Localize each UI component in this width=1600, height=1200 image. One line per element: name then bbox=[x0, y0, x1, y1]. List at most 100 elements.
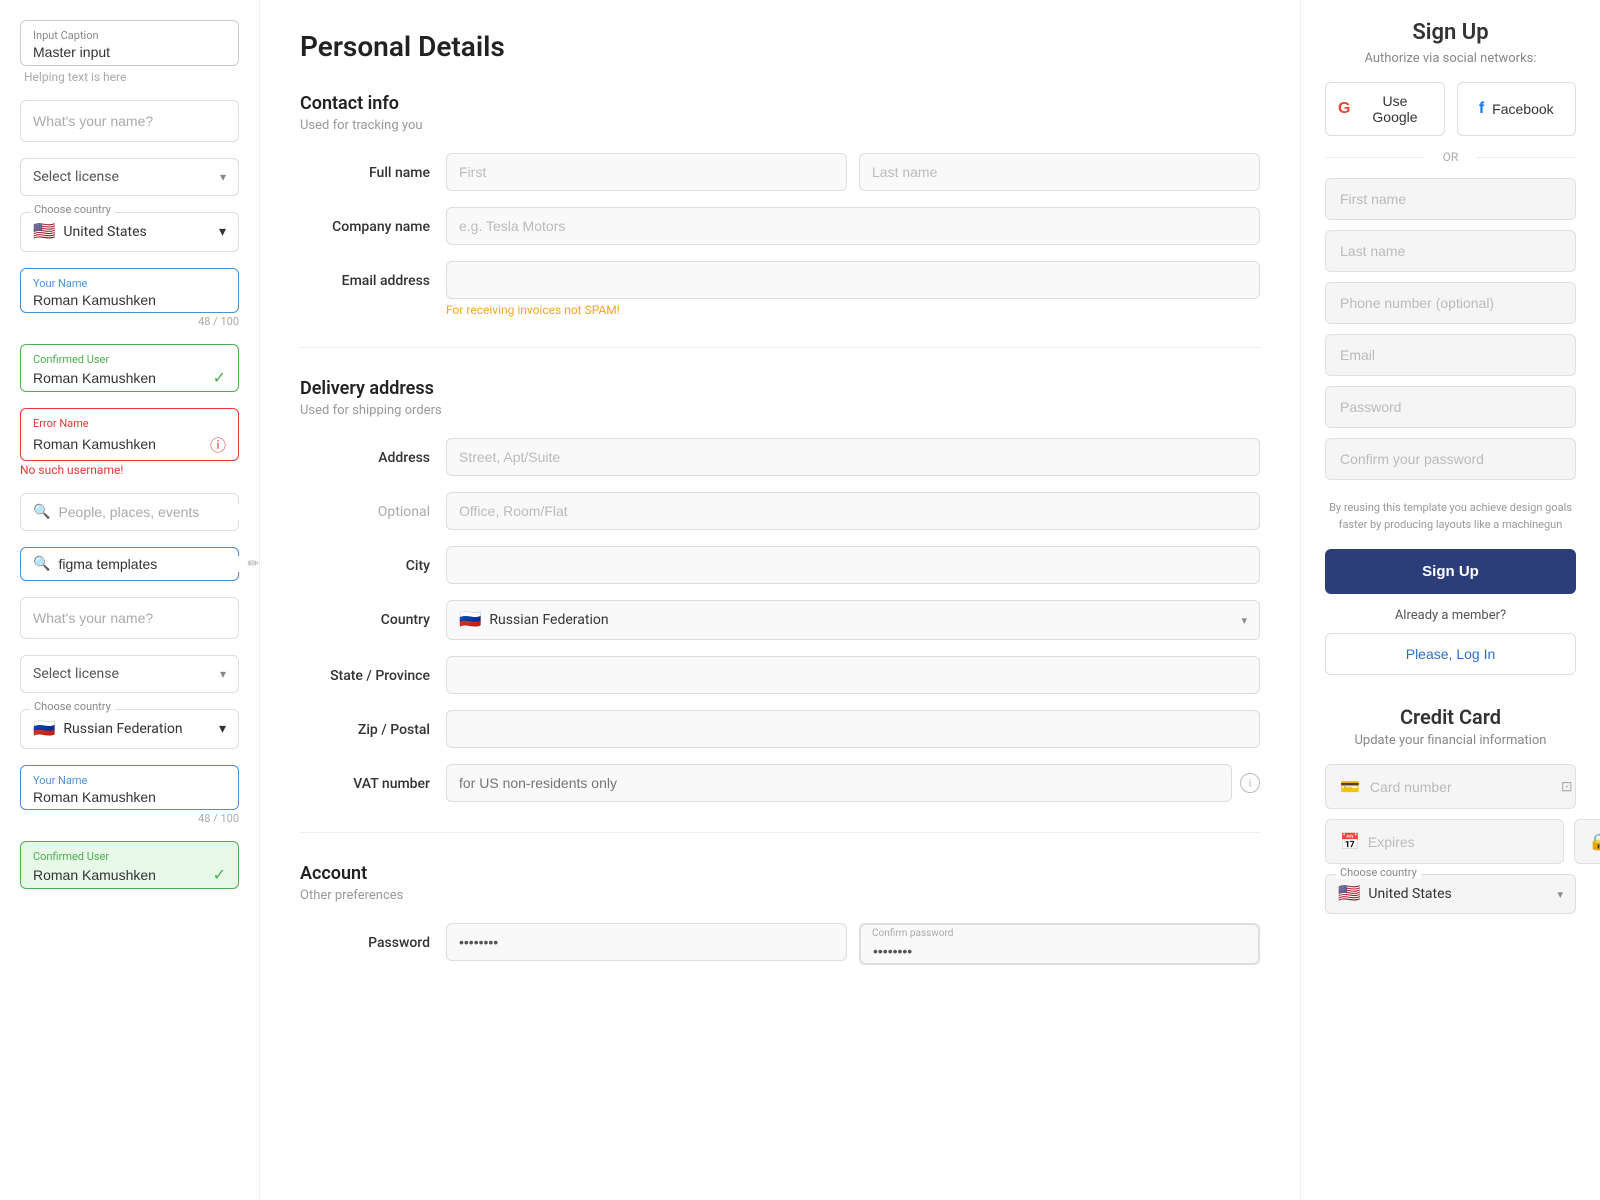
select-license-2[interactable]: Select license ▾ bbox=[20, 655, 239, 693]
optional-row: Optional bbox=[300, 492, 1260, 530]
page-title: Personal Details bbox=[300, 30, 1260, 63]
zip-input[interactable] bbox=[446, 710, 1260, 748]
facebook-icon: f bbox=[1479, 100, 1484, 118]
signup-firstname-input[interactable] bbox=[1325, 178, 1576, 220]
password-input[interactable] bbox=[446, 923, 847, 961]
zip-row: Zip / Postal bbox=[300, 710, 1260, 748]
email-row: Email address For receiving invoices not… bbox=[300, 261, 1260, 317]
signup-title: Sign Up bbox=[1325, 20, 1576, 45]
signup-password-input[interactable] bbox=[1325, 386, 1576, 428]
confirmed-user-field[interactable]: Confirmed User ✓ bbox=[20, 344, 239, 392]
search-input-1[interactable] bbox=[58, 504, 239, 520]
chevron-down-icon-3: ▾ bbox=[220, 667, 226, 681]
google-button[interactable]: G Use Google bbox=[1325, 82, 1445, 136]
middle-column: Personal Details Contact info Used for t… bbox=[260, 0, 1300, 1200]
plain-input-2[interactable] bbox=[20, 597, 239, 639]
expires-field[interactable]: 📅 bbox=[1325, 819, 1564, 864]
confirmed-user-input[interactable] bbox=[33, 370, 213, 386]
city-input[interactable] bbox=[446, 546, 1260, 584]
optional-input[interactable] bbox=[446, 492, 1260, 530]
state-label: State / Province bbox=[300, 656, 430, 684]
card-number-field[interactable]: 💳 ⊡ bbox=[1325, 764, 1576, 809]
country-label: Country bbox=[300, 600, 430, 628]
city-label: City bbox=[300, 546, 430, 574]
country-value-2: Russian Federation bbox=[63, 721, 182, 737]
address-row: Address bbox=[300, 438, 1260, 476]
error-message: No such username! bbox=[20, 463, 239, 477]
your-name-field-2[interactable]: Your Name bbox=[20, 765, 239, 810]
input-caption-label: Input Caption bbox=[33, 29, 226, 42]
optional-label: Optional bbox=[300, 492, 430, 520]
input-caption-field[interactable]: Input Caption bbox=[20, 20, 239, 66]
facebook-label: Facebook bbox=[1492, 101, 1553, 117]
country-select-2[interactable]: Choose country 🇷🇺 Russian Federation ▾ bbox=[20, 709, 239, 749]
first-name-input[interactable] bbox=[446, 153, 847, 191]
password-label: Password bbox=[300, 923, 430, 951]
last-name-input[interactable] bbox=[859, 153, 1260, 191]
expires-input[interactable] bbox=[1368, 834, 1549, 850]
signup-sub: Authorize via social networks: bbox=[1325, 51, 1576, 66]
signup-confirm-password-input[interactable] bbox=[1325, 438, 1576, 480]
right-column: Sign Up Authorize via social networks: G… bbox=[1300, 0, 1600, 1200]
email-input[interactable] bbox=[446, 261, 1260, 299]
char-count-1: 48 / 100 bbox=[20, 315, 239, 328]
your-name-input-2[interactable] bbox=[33, 789, 226, 805]
address-input[interactable] bbox=[446, 438, 1260, 476]
error-name-field[interactable]: Error Name ⓘ bbox=[20, 408, 239, 461]
cc-country-label: Choose country bbox=[1336, 866, 1421, 879]
confirmed-user-label-2: Confirmed User bbox=[33, 850, 226, 863]
vat-info-icon: i bbox=[1240, 773, 1260, 793]
signup-button[interactable]: Sign Up bbox=[1325, 549, 1576, 594]
confirmed-user-input-2[interactable] bbox=[33, 867, 213, 883]
signup-lastname-input[interactable] bbox=[1325, 230, 1576, 272]
google-icon: G bbox=[1338, 100, 1350, 118]
scan-icon: ⊡ bbox=[1561, 779, 1573, 795]
lock-icon: 🔒 bbox=[1589, 832, 1600, 851]
chevron-down-icon-2: ▾ bbox=[219, 224, 226, 240]
country-delivery-value: Russian Federation bbox=[489, 612, 608, 628]
state-input[interactable] bbox=[446, 656, 1260, 694]
already-member-text: Already a member? bbox=[1325, 608, 1576, 623]
signup-phone-input[interactable] bbox=[1325, 282, 1576, 324]
cc-country-value: United States bbox=[1368, 886, 1451, 902]
left-column: Input Caption Helping text is here Selec… bbox=[0, 0, 260, 1200]
confirmed-user-label: Confirmed User bbox=[33, 353, 226, 366]
section-account-title: Account bbox=[300, 863, 1260, 884]
card-number-input[interactable] bbox=[1370, 779, 1551, 795]
country-select-1[interactable]: Choose country 🇺🇸 United States ▾ bbox=[20, 212, 239, 252]
your-name-label: Your Name bbox=[33, 277, 226, 290]
flag-ru-delivery: 🇷🇺 bbox=[459, 611, 481, 629]
search-field-1[interactable]: 🔍 bbox=[20, 493, 239, 531]
calendar-icon: 📅 bbox=[1340, 832, 1360, 851]
state-row: State / Province bbox=[300, 656, 1260, 694]
error-name-input[interactable] bbox=[33, 436, 210, 452]
plain-input-1[interactable] bbox=[20, 100, 239, 142]
email-hint: For receiving invoices not SPAM! bbox=[446, 303, 1260, 317]
cvv-field[interactable]: 🔒 bbox=[1574, 819, 1600, 864]
signup-email-input[interactable] bbox=[1325, 334, 1576, 376]
select-license-1[interactable]: Select license ▾ bbox=[20, 158, 239, 196]
country-select-delivery[interactable]: 🇷🇺 Russian Federation ▾ bbox=[446, 600, 1260, 640]
confirmed-user-field-2[interactable]: Confirmed User ✓ bbox=[20, 841, 239, 889]
select-license-label-2: Select license bbox=[33, 666, 119, 682]
cc-sub: Update your financial information bbox=[1325, 733, 1576, 748]
cc-country-select[interactable]: Choose country 🇺🇸 United States ▾ bbox=[1325, 874, 1576, 914]
section-delivery-title: Delivery address bbox=[300, 378, 1260, 399]
or-divider: OR bbox=[1325, 150, 1576, 164]
search-active-input[interactable] bbox=[58, 556, 239, 572]
error-name-label: Error Name bbox=[33, 417, 226, 430]
company-input[interactable] bbox=[446, 207, 1260, 245]
your-name-input[interactable] bbox=[33, 292, 226, 308]
search-active-field[interactable]: 🔍 ✏ bbox=[20, 547, 239, 581]
check-icon: ✓ bbox=[213, 368, 226, 387]
input-caption-input[interactable] bbox=[33, 44, 226, 60]
helping-text: Helping text is here bbox=[24, 70, 239, 84]
vat-input[interactable] bbox=[446, 764, 1232, 802]
your-name-field[interactable]: Your Name bbox=[20, 268, 239, 313]
login-button[interactable]: Please, Log In bbox=[1325, 633, 1576, 675]
company-row: Company name bbox=[300, 207, 1260, 245]
chevron-down-icon-delivery: ▾ bbox=[1241, 614, 1247, 627]
chevron-down-icon-1: ▾ bbox=[220, 170, 226, 184]
facebook-button[interactable]: f Facebook bbox=[1457, 82, 1577, 136]
google-label: Use Google bbox=[1358, 93, 1431, 125]
